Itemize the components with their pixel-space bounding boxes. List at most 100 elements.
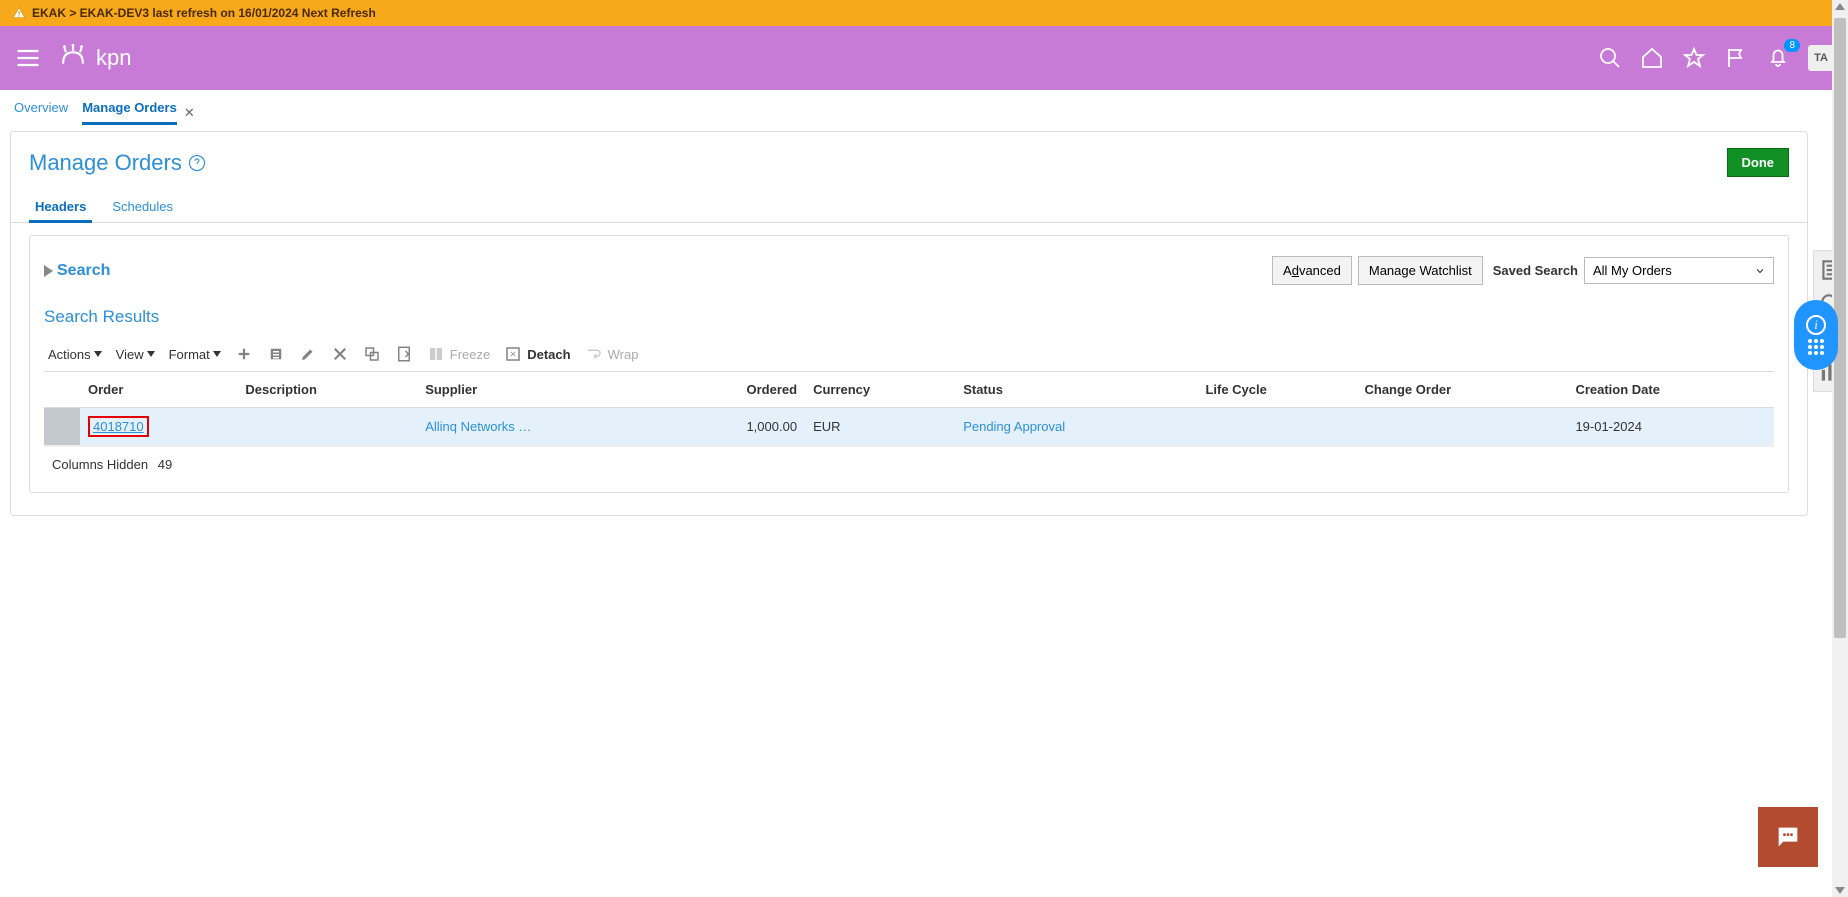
cell-creation-date: 19-01-2024 [1567, 408, 1774, 446]
caret-down-icon [213, 351, 221, 357]
page-title: Manage Orders [29, 150, 206, 176]
th-currency[interactable]: Currency [805, 372, 955, 408]
manage-watchlist-button[interactable]: Manage Watchlist [1358, 256, 1483, 285]
chat-icon [1774, 823, 1802, 851]
export-icon[interactable] [363, 345, 381, 363]
info-icon: i [1806, 315, 1826, 335]
detach-label: Detach [527, 347, 570, 362]
actions-menu[interactable]: Actions [48, 347, 102, 362]
cell-ordered: 1,000.00 [668, 408, 805, 446]
search-expand-toggle[interactable]: Search [44, 262, 110, 280]
chat-fab[interactable] [1758, 807, 1818, 867]
main-content: Manage Orders Done Headers Schedules Sea… [10, 131, 1808, 516]
environment-warning-bar: EKAK > EKAK-DEV3 last refresh on 16/01/2… [0, 0, 1848, 26]
page-title-row: Manage Orders Done [11, 148, 1807, 191]
th-status[interactable]: Status [955, 372, 1197, 408]
freeze-button[interactable]: Freeze [427, 345, 490, 363]
saved-search-select[interactable]: All My Orders [1584, 257, 1774, 284]
crown-icon [56, 41, 90, 75]
detach-button[interactable]: Detach [504, 345, 570, 363]
search-icon[interactable] [1598, 46, 1622, 70]
done-button[interactable]: Done [1727, 148, 1790, 177]
wrap-label: Wrap [608, 347, 639, 362]
search-toggle-label: Search [57, 262, 110, 280]
cell-currency: EUR [805, 408, 955, 446]
cell-life-cycle [1197, 408, 1356, 446]
cell-order: 4018710 [80, 408, 237, 446]
brand-logo[interactable]: kpn [56, 41, 131, 75]
global-header-right: 8 TA [1598, 45, 1834, 72]
info-assistant-tab[interactable]: i [1794, 300, 1838, 370]
th-order[interactable]: Order [80, 372, 237, 408]
th-change-order[interactable]: Change Order [1356, 372, 1567, 408]
section-tabs: Headers Schedules [11, 191, 1807, 223]
supplier-link[interactable]: Allinq Networks … [425, 419, 531, 434]
edit-icon[interactable] [299, 345, 317, 363]
cell-supplier: Allinq Networks … [417, 408, 668, 446]
help-icon[interactable] [188, 154, 206, 172]
cell-status: Pending Approval [955, 408, 1197, 446]
wrap-button[interactable]: Wrap [585, 345, 639, 363]
table-row[interactable]: 4018710 Allinq Networks … 1,000.00 EUR P… [44, 408, 1774, 446]
search-buttons: Advanced Manage Watchlist Saved Search A… [1272, 256, 1774, 285]
caret-down-icon [147, 351, 155, 357]
home-icon[interactable] [1640, 46, 1664, 70]
format-menu[interactable]: Format [169, 347, 221, 362]
saved-search-label: Saved Search [1493, 263, 1578, 278]
flag-icon[interactable] [1724, 46, 1748, 70]
detach-icon [504, 345, 522, 363]
orders-table: Order Description Supplier Ordered Curre… [44, 372, 1774, 446]
th-ordered[interactable]: Ordered [668, 372, 805, 408]
triangle-right-icon [44, 265, 53, 277]
status-link[interactable]: Pending Approval [963, 419, 1065, 434]
order-highlight-box: 4018710 [88, 416, 149, 437]
columns-hidden-label: Columns Hidden [52, 457, 148, 472]
page-title-text: Manage Orders [29, 150, 182, 176]
add-icon[interactable] [235, 345, 253, 363]
tab-schedules[interactable]: Schedules [106, 191, 179, 222]
row-selector-cell[interactable] [44, 408, 80, 446]
workspace-tabs: Overview Manage Orders ✕ [0, 90, 1848, 125]
scroll-up-arrow-icon[interactable] [1835, 3, 1845, 10]
results-toolbar: Actions View Format Freeze Detach Wrap [44, 345, 1774, 372]
cell-change-order [1356, 408, 1567, 446]
cell-description [237, 408, 417, 446]
columns-hidden-footer: Columns Hidden 49 [44, 446, 1774, 472]
view-menu[interactable]: View [116, 347, 155, 362]
tab-manage-orders[interactable]: Manage Orders [82, 100, 177, 125]
th-creation-date[interactable]: Creation Date [1567, 372, 1774, 408]
vertical-scrollbar[interactable] [1832, 0, 1848, 897]
delete-icon[interactable] [331, 345, 349, 363]
tab-headers[interactable]: Headers [29, 191, 92, 222]
th-selector [44, 372, 80, 408]
star-icon[interactable] [1682, 46, 1706, 70]
environment-warning-text: EKAK > EKAK-DEV3 last refresh on 16/01/2… [32, 6, 376, 20]
caret-down-icon [94, 351, 102, 357]
wrap-icon [585, 345, 603, 363]
hamburger-menu-icon[interactable] [14, 44, 42, 72]
dial-pad-icon [1808, 339, 1824, 355]
notifications-button[interactable]: 8 [1766, 45, 1790, 72]
search-control-row: Search Advanced Manage Watchlist Saved S… [44, 256, 1774, 285]
th-description[interactable]: Description [237, 372, 417, 408]
duplicate-icon[interactable] [267, 345, 285, 363]
order-link[interactable]: 4018710 [93, 419, 144, 434]
scroll-down-arrow-icon[interactable] [1835, 887, 1845, 894]
user-avatar[interactable]: TA [1808, 45, 1834, 71]
global-header-left: kpn [14, 41, 131, 75]
columns-hidden-count: 49 [158, 457, 172, 472]
freeze-icon [427, 345, 445, 363]
tab-overview[interactable]: Overview [14, 100, 68, 125]
th-life-cycle[interactable]: Life Cycle [1197, 372, 1356, 408]
brand-logo-text: kpn [96, 45, 131, 71]
notifications-badge: 8 [1784, 39, 1800, 52]
saved-search-select-wrap: All My Orders [1584, 257, 1774, 284]
global-header: kpn 8 TA [0, 26, 1848, 90]
th-supplier[interactable]: Supplier [417, 372, 668, 408]
warning-icon [12, 6, 26, 20]
search-panel: Search Advanced Manage Watchlist Saved S… [29, 235, 1789, 493]
clipboard-icon[interactable] [395, 345, 413, 363]
advanced-button[interactable]: Advanced [1272, 256, 1352, 285]
search-results-heading: Search Results [44, 307, 1774, 327]
close-tab-icon[interactable]: ✕ [184, 105, 195, 121]
